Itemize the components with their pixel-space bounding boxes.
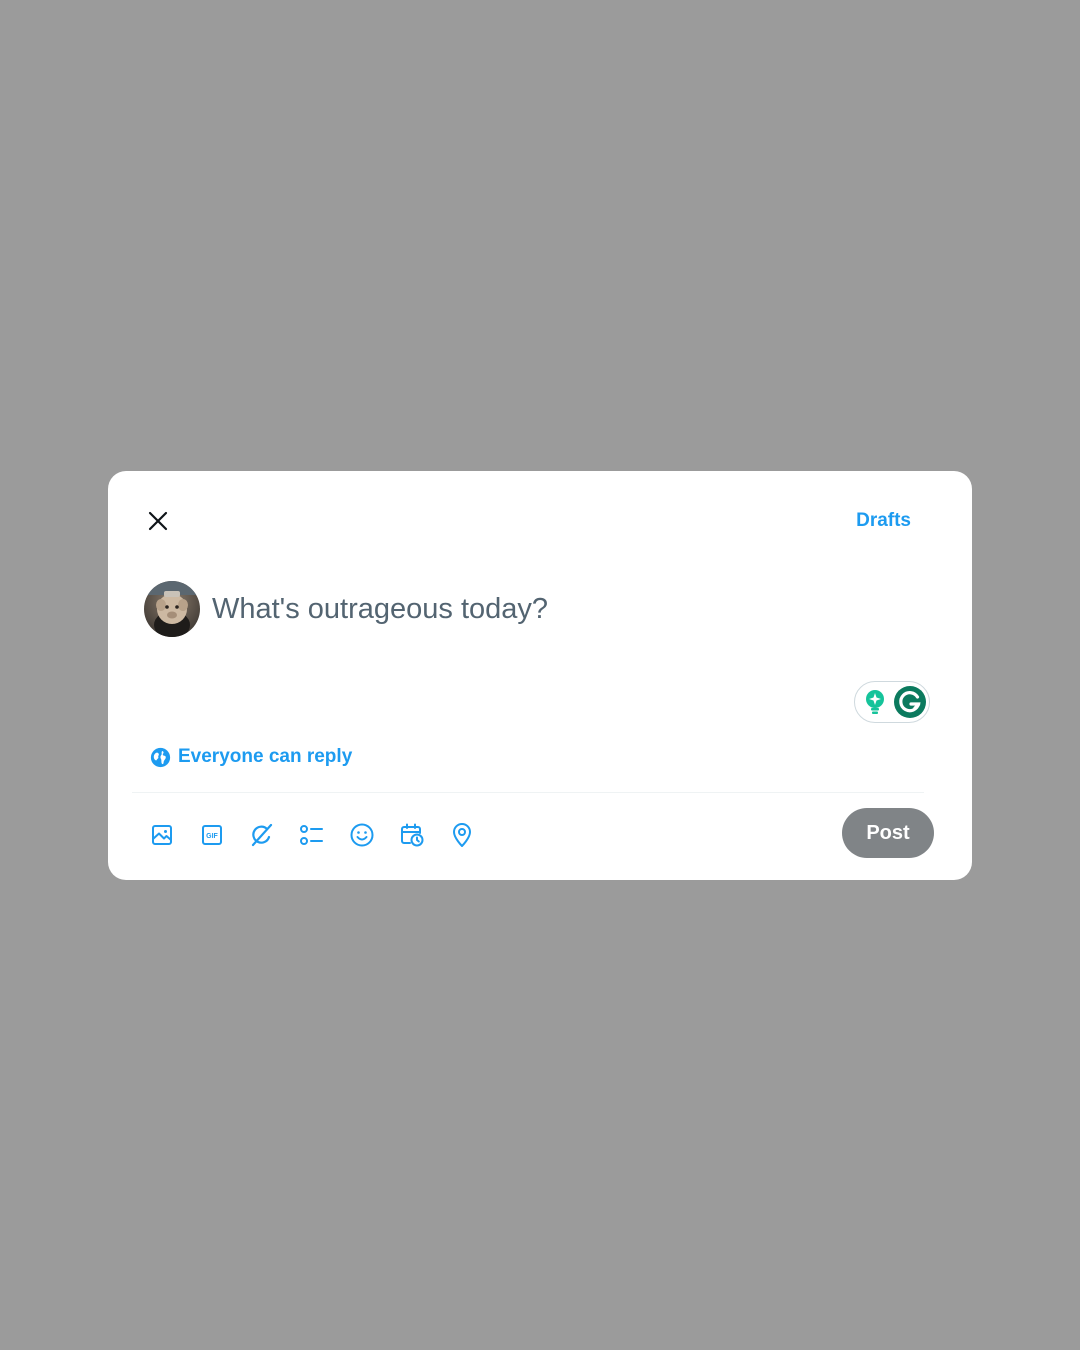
emoji-icon [350, 823, 374, 847]
grok-button[interactable] [244, 817, 280, 853]
schedule-button[interactable] [394, 817, 430, 853]
lightbulb-icon [866, 690, 884, 714]
close-button[interactable] [140, 503, 176, 539]
emoji-button[interactable] [344, 817, 380, 853]
location-button[interactable] [444, 817, 480, 853]
location-icon [453, 823, 471, 847]
compose-textarea[interactable] [212, 587, 912, 631]
avatar[interactable] [144, 581, 200, 637]
globe-icon [150, 747, 171, 767]
grammarly-g-icon [894, 686, 926, 718]
drafts-button[interactable]: Drafts [856, 510, 911, 532]
poll-button[interactable] [294, 817, 330, 853]
compose-dialog: Drafts What's outrageous today? Everyone… [108, 471, 972, 880]
poll-icon [300, 825, 323, 845]
schedule-icon [401, 823, 424, 847]
post-button[interactable]: Post [842, 808, 934, 858]
media-button[interactable] [144, 817, 180, 853]
compose-toolbar: GIF [144, 817, 480, 853]
user-avatar-icon [144, 581, 200, 637]
image-icon [152, 825, 172, 845]
divider [132, 792, 924, 793]
reply-setting-button[interactable]: Everyone can reply [150, 746, 352, 768]
grok-icon [251, 823, 273, 847]
gif-button[interactable]: GIF [194, 817, 230, 853]
svg-text:GIF: GIF [206, 833, 218, 840]
grammarly-widget[interactable] [854, 681, 930, 723]
gif-icon: GIF [202, 825, 222, 845]
reply-setting-label: Everyone can reply [178, 746, 353, 767]
close-icon [148, 511, 168, 531]
